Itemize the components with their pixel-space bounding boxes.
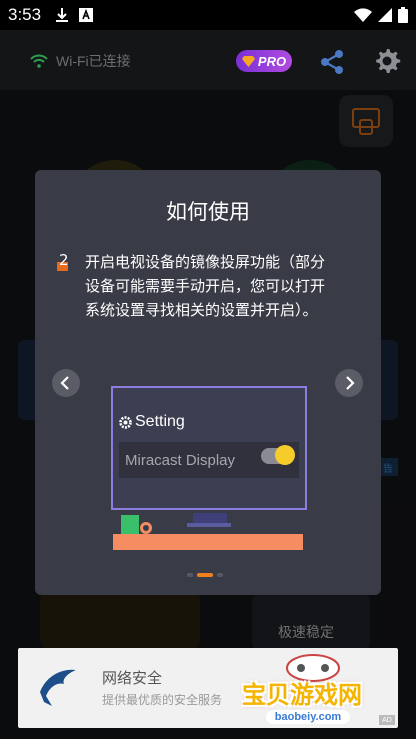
tv-stand-base [187,523,231,527]
ad-subtitle: 提供最优质的安全服务 [102,693,223,707]
miracast-toggle [261,445,295,465]
wifi-icon [30,54,48,68]
chevron-left-icon [60,376,69,390]
chevron-right-icon [346,376,355,390]
decor-ring [140,522,152,534]
diamond-icon [241,55,255,67]
ad-title: 网络安全 [102,669,163,687]
step-number: 2 [59,251,69,269]
page-dot [217,573,223,577]
decor-green-box [121,515,139,534]
previous-step-button[interactable] [52,369,80,397]
gear-icon[interactable] [372,46,402,76]
wifi-status: Wi-Fi已连接 [30,51,131,71]
pro-label: PRO [257,53,287,69]
page-dot [187,573,193,577]
setting-label: Setting [135,413,185,430]
battery-icon [398,7,408,23]
setting-heading: Setting [119,413,185,431]
status-bar: 3:53 [0,0,416,30]
tv-screen: Setting Miracast Display [111,386,307,510]
download-icon [56,8,69,22]
wifi-icon [354,8,372,22]
app-header: Wi-Fi已连接 PRO [0,30,416,90]
gear-icon [119,415,132,429]
tv-setting-illustration: Setting Miracast Display [111,386,307,551]
pro-badge[interactable]: PRO [236,50,292,72]
app-a-icon [79,8,94,22]
wifi-status-label: Wi-Fi已连接 [56,53,131,69]
shark-logo-icon [40,669,76,706]
site-watermark: 宝贝游戏网 baobeiy.com [238,648,388,730]
share-icon[interactable] [318,48,346,76]
watermark-url: baobeiy.com [266,710,350,724]
page-indicator [187,573,223,577]
miracast-label: Miracast Display [125,451,236,469]
step-instruction: 开启电视设备的镜像投屏功能（部分设备可能需要手动开启，您可以打开系统设置寻找相关… [85,253,326,319]
dialog-title: 如何使用 [166,200,250,224]
status-time: 3:53 [8,5,42,24]
how-to-use-dialog: 如何使用 2 开启电视设备的镜像投屏功能（部分设备可能需要手动开启，您可以打开系… [35,170,381,595]
tv-stand [193,513,227,523]
next-step-button[interactable] [335,369,363,397]
page-dot-active [197,573,213,577]
watermark-text: 宝贝游戏网 [242,681,362,709]
tv-desk [113,534,303,550]
cell-signal-icon [378,8,392,22]
